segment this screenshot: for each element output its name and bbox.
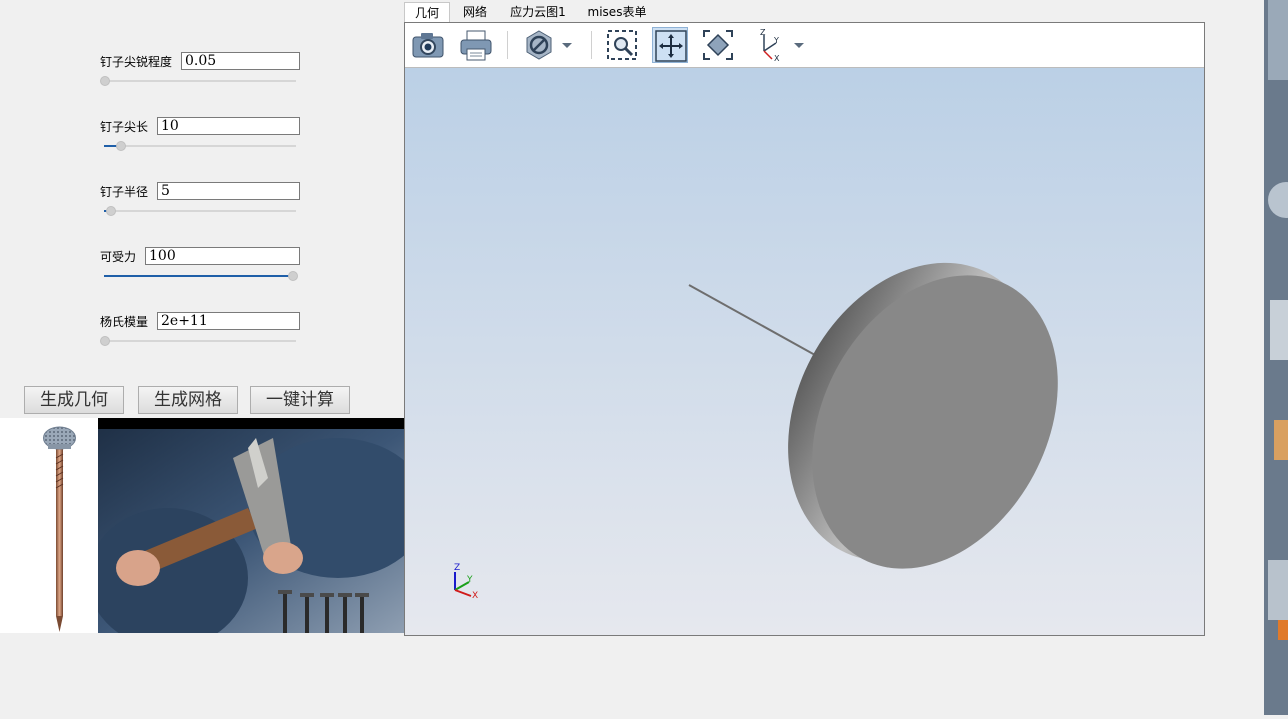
svg-text:Y: Y bbox=[773, 36, 779, 45]
sharpness-input[interactable] bbox=[181, 52, 300, 70]
axis-label-y: Y bbox=[466, 575, 473, 585]
dropdown-arrow-icon[interactable] bbox=[557, 27, 577, 63]
tab-network[interactable]: 网络 bbox=[452, 2, 498, 22]
param-row-force: 可受力 bbox=[0, 247, 400, 287]
3d-scene[interactable]: Z Y X bbox=[405, 68, 1204, 635]
param-label: 钉子尖锐程度 bbox=[100, 55, 173, 69]
svg-text:X: X bbox=[774, 54, 780, 63]
slider-thumb[interactable] bbox=[100, 76, 110, 86]
param-row-youngs-modulus: 杨氏模量 bbox=[0, 312, 400, 352]
tip-length-input[interactable] bbox=[157, 117, 300, 135]
tip-length-slider[interactable] bbox=[104, 141, 296, 151]
printer-icon[interactable] bbox=[458, 27, 494, 63]
slider-thumb[interactable] bbox=[288, 271, 298, 281]
sharpness-slider[interactable] bbox=[100, 76, 296, 86]
one-click-compute-button[interactable]: 一键计算 bbox=[250, 386, 350, 414]
radius-slider[interactable] bbox=[104, 206, 296, 216]
youngs-modulus-slider[interactable] bbox=[100, 336, 296, 346]
axes-view-icon[interactable]: ZYX bbox=[748, 27, 784, 63]
radius-input[interactable] bbox=[157, 182, 300, 200]
tab-stress-contour[interactable]: 应力云图1 bbox=[504, 2, 572, 22]
slider-thumb[interactable] bbox=[116, 141, 126, 151]
param-label: 可受力 bbox=[100, 250, 137, 264]
axis-label-x: X bbox=[472, 591, 478, 601]
axis-triad: Z Y X bbox=[454, 563, 478, 601]
dropdown-arrow-icon[interactable] bbox=[789, 27, 809, 63]
param-row-tip-length: 钉子尖长 bbox=[0, 117, 400, 157]
param-label: 钉子尖长 bbox=[100, 120, 149, 134]
param-row-radius: 钉子半径 bbox=[0, 182, 400, 222]
axis-label-z: Z bbox=[454, 563, 460, 573]
fit-view-icon[interactable] bbox=[700, 27, 736, 63]
param-label: 杨氏模量 bbox=[100, 315, 149, 329]
nail-image bbox=[0, 418, 98, 633]
model-viewer[interactable]: ZYX Z Y X bbox=[404, 22, 1205, 636]
generate-mesh-button[interactable]: 生成网格 bbox=[138, 386, 238, 414]
toolbar-separator bbox=[591, 31, 592, 59]
param-label: 钉子半径 bbox=[100, 185, 149, 199]
nail-shank bbox=[688, 284, 816, 356]
param-row-sharpness: 钉子尖锐程度 bbox=[0, 52, 400, 92]
slider-thumb[interactable] bbox=[100, 336, 110, 346]
tab-mises-table[interactable]: mises表单 bbox=[582, 2, 652, 22]
background-window-edge bbox=[1264, 0, 1288, 715]
camera-icon[interactable] bbox=[410, 27, 446, 63]
svg-text:Z: Z bbox=[760, 28, 766, 37]
force-slider[interactable] bbox=[104, 271, 298, 281]
viewer-toolbar: ZYX bbox=[405, 23, 1204, 68]
force-input[interactable] bbox=[145, 247, 300, 265]
hammer-photo bbox=[98, 418, 406, 633]
visibility-icon[interactable] bbox=[521, 27, 557, 63]
zoom-box-icon[interactable] bbox=[604, 27, 640, 63]
youngs-modulus-input[interactable] bbox=[157, 312, 300, 330]
pan-icon[interactable] bbox=[652, 27, 688, 63]
toolbar-separator bbox=[507, 31, 508, 59]
tab-geometry[interactable]: 几何 bbox=[404, 2, 450, 22]
slider-thumb[interactable] bbox=[106, 206, 116, 216]
generate-geometry-button[interactable]: 生成几何 bbox=[24, 386, 124, 414]
